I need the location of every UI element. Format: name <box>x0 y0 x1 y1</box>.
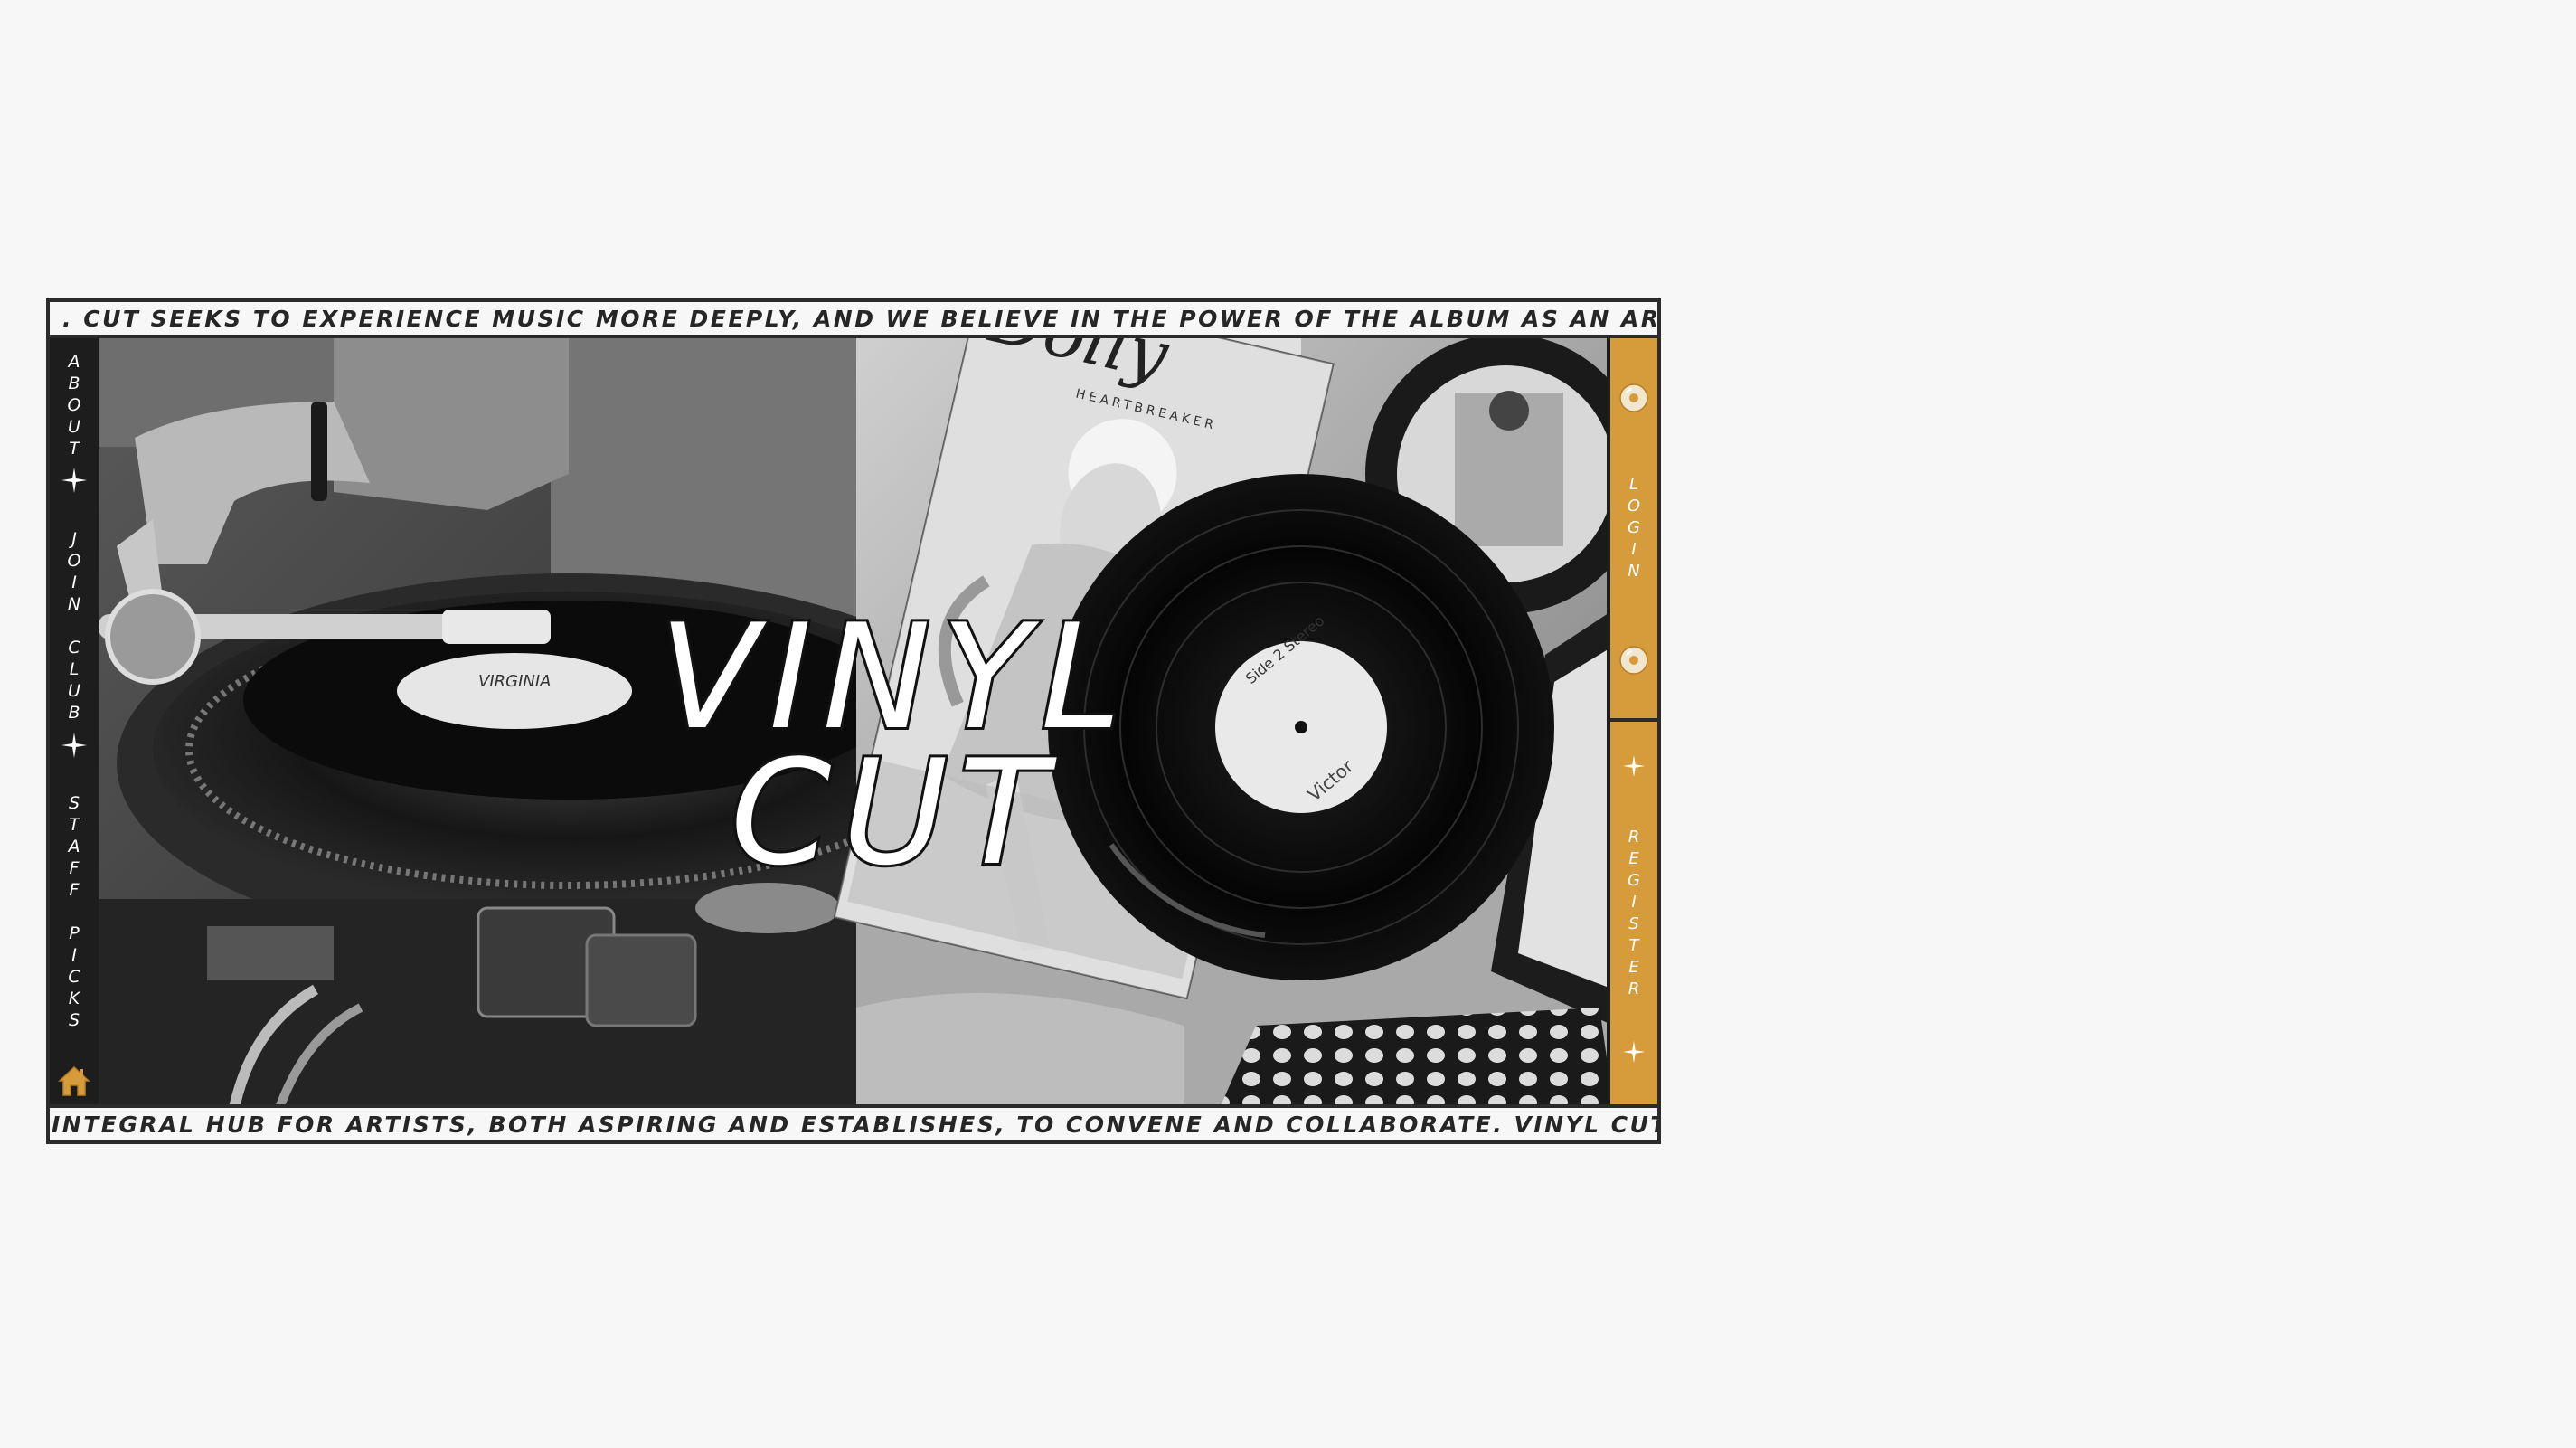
disc-icon <box>1619 383 1648 412</box>
hero-image: VIRGINIA HOT <box>99 338 1607 1104</box>
right-navigation: L O G I N R E G I S T E R <box>1607 338 1657 1104</box>
hero-title-line1: VINYL <box>656 592 1133 762</box>
sparkle-icon <box>50 467 99 494</box>
home-icon[interactable] <box>56 1063 92 1099</box>
nav-divider <box>1610 718 1657 722</box>
hero-title: VINYL CUT <box>656 592 1133 897</box>
svg-text:VIRGINIA: VIRGINIA <box>478 672 551 691</box>
marquee-top-text: . CUT SEEKS TO EXPERIENCE MUSIC MORE DEE… <box>62 305 1657 332</box>
nav-login[interactable]: L O G I N <box>1610 474 1657 582</box>
vinyl-cut-frame: . CUT SEEKS TO EXPERIENCE MUSIC MORE DEE… <box>46 298 1661 1144</box>
sparkle-icon <box>1610 754 1657 781</box>
sparkle-icon <box>50 732 99 759</box>
marquee-top: . CUT SEEKS TO EXPERIENCE MUSIC MORE DEE… <box>50 302 1657 338</box>
nav-register[interactable]: R E G I S T E R <box>1610 827 1657 1000</box>
nav-staff-picks[interactable]: S T A F F P I C K S <box>50 792 99 1031</box>
nav-join-club[interactable]: J O I N C L U B <box>50 528 99 724</box>
hero-title-line2: CUT <box>728 728 1059 897</box>
sparkle-icon <box>1610 1040 1657 1067</box>
nav-about[interactable]: A B O U T <box>50 351 99 459</box>
left-navigation: A B O U T J O I N C L U B S T A F F P I … <box>50 338 101 1104</box>
marquee-bottom: INTEGRAL HUB FOR ARTISTS, BOTH ASPIRING … <box>50 1104 1657 1140</box>
disc-icon <box>1619 646 1648 675</box>
marquee-bottom-text: INTEGRAL HUB FOR ARTISTS, BOTH ASPIRING … <box>52 1111 1657 1138</box>
